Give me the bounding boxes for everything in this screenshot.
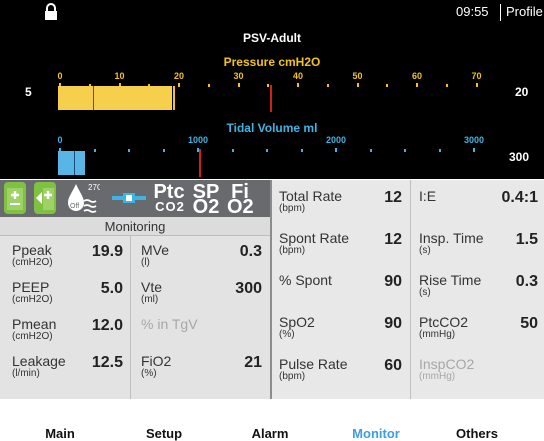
spo2-sublabel: O2 [192,196,220,218]
pressure-peak-marker [173,86,175,110]
monitoring-left-param-value[interactable]: 12.5 [92,355,123,371]
monitoring-right-param-name: Vte [141,279,163,295]
monitoring-right-param-name: % in TgV [141,316,198,332]
monitoring-right-param-value[interactable]: 21 [244,355,262,371]
rate-param-name: % Spont [279,272,332,288]
rate-param-value[interactable]: 60 [384,358,402,374]
monitoring-left-param-value[interactable]: 12.0 [92,318,123,334]
rate-param-value[interactable]: 90 [384,316,402,332]
tidal-volume-scale-tick [438,149,441,152]
ptc-co2-sublabel: CO2 [155,199,185,214]
lock-icon[interactable] [44,3,58,21]
monitoring-left-param-value[interactable]: 19.9 [92,244,123,260]
rate-param-unit: (bpm) [279,203,306,214]
pressure-alarm-limit [270,85,272,112]
monitoring-right-param-unit: (l) [141,257,150,268]
timing-param-name: PtcCO2 [419,314,469,330]
tidal-volume-scale-label: 0 [57,135,63,145]
tidal-volume-scale-tick [335,148,337,152]
tidal-volume-scale-tick [128,149,130,152]
battery-arrow-icon[interactable] [34,182,56,214]
timing-param-value[interactable]: 50 [520,316,538,332]
nav-tab-alarm[interactable]: Alarm [252,426,289,441]
monitoring-right-param-name: MVe [141,242,170,258]
tidal-volume-scale-tick [369,149,372,152]
clock-time: 09:55 [456,4,489,19]
rate-param-name: Spont Rate [279,230,350,246]
timing-param-value[interactable]: 1.5 [516,232,538,248]
rate-param-unit: (bpm) [279,371,306,382]
timing-param-unit: (s) [419,287,431,298]
nav-tab-monitor[interactable]: Monitor [352,426,400,441]
tidal-volume-bar [58,151,83,175]
tidal-volume-scale-tick [93,149,96,152]
pressure-bar [58,86,172,110]
tidal-volume-scale-tick [231,149,234,152]
rate-param-name: Pulse Rate [279,356,348,372]
monitoring-header: Monitoring [0,217,270,236]
humidifier-state: Off [70,203,79,210]
monitoring-left-param-value[interactable]: 5.0 [101,281,123,297]
tidal-volume-max-value: 300 [509,150,530,164]
tidal-volume-scale-tick [404,149,406,152]
monitoring-left-param-unit: (l/min) [12,368,40,379]
status-icon-strip: 27C Off Ptc CO2 SP O2 Fi O2 [0,180,270,217]
tidal-volume-scale-tick [300,149,303,152]
battery-plus-icon[interactable] [4,182,26,214]
nav-tab-others[interactable]: Others [456,426,498,441]
tidal-volume-marker [74,151,75,175]
tidal-volume-scale-tick [162,149,165,152]
timing-param-value[interactable]: 0.3 [516,274,538,290]
monitoring-right-param-value[interactable]: 300 [235,281,262,297]
rate-param-unit: (%) [279,329,295,340]
rate-param-value[interactable]: 90 [384,274,402,290]
rate-param-value[interactable]: 12 [384,190,402,206]
pressure-max-value: 20 [515,85,529,99]
nav-tab-setup[interactable]: Setup [146,426,182,441]
timing-param-value[interactable]: 0.4:1 [502,190,538,206]
monitoring-left-param-unit: (cmH2O) [12,257,53,268]
flow-sensor-icon[interactable] [112,191,146,205]
profile-label[interactable]: Profile 2 [506,4,544,19]
timing-param-name: Insp. Time [419,230,484,246]
humidifier-temp: 27C [88,183,100,192]
monitoring-left-param-name: PEEP [12,279,50,295]
tidal-volume-scale-tick [473,148,475,152]
status-divider [500,4,501,21]
monitoring-right-param-name: FiO2 [141,353,172,369]
timing-param-name: I:E [419,188,437,204]
tidal-volume-scale-label: 3000 [463,135,485,145]
pressure-min-value: 5 [25,85,32,99]
rate-param-unit: (bpm) [279,245,306,256]
rate-param-value[interactable]: 12 [384,232,402,248]
monitoring-left-param-name: Ppeak [12,242,52,258]
rate-param-name: SpO2 [279,314,315,330]
monitoring-right-param-value[interactable]: 0.3 [240,244,262,260]
timing-param-unit: (mmHg) [419,371,456,382]
monitoring-left-param-name: Pmean [12,316,57,332]
timing-param-unit: (s) [419,245,431,256]
humidifier-off-icon[interactable]: 27C Off [64,181,100,215]
nav-tab-main[interactable]: Main [45,426,75,441]
rate-param-name: Total Rate [279,188,343,204]
column-divider [270,180,272,399]
tidal-volume-scale-label: 2000 [325,135,347,145]
monitoring-left-param-unit: (cmH2O) [12,294,53,305]
monitoring-left-param-unit: (cmH2O) [12,331,53,342]
timing-param-name: Rise Time [419,272,482,288]
monitoring-right-param-unit: (%) [141,368,157,379]
column-divider [410,180,411,399]
pressure-peep-marker [93,86,94,110]
tidal-volume-peak-marker [83,151,85,175]
timing-param-unit: (mmHg) [419,329,456,340]
timing-param-name: InspCO2 [419,356,475,372]
monitoring-right-param-unit: (ml) [141,294,159,305]
tidal-volume-alarm-limit [199,149,201,177]
tidal-volume-scale-tick [266,149,268,152]
fio2-sublabel: O2 [227,196,254,218]
tidal-volume-scale-label: 1000 [187,135,209,145]
monitoring-left-param-name: Leakage [12,353,66,369]
gauge-panel: PSV-Adult Pressure cmH2O Tidal Volume ml… [0,27,544,179]
status-bar: 09:55 Profile 2 [0,0,544,27]
